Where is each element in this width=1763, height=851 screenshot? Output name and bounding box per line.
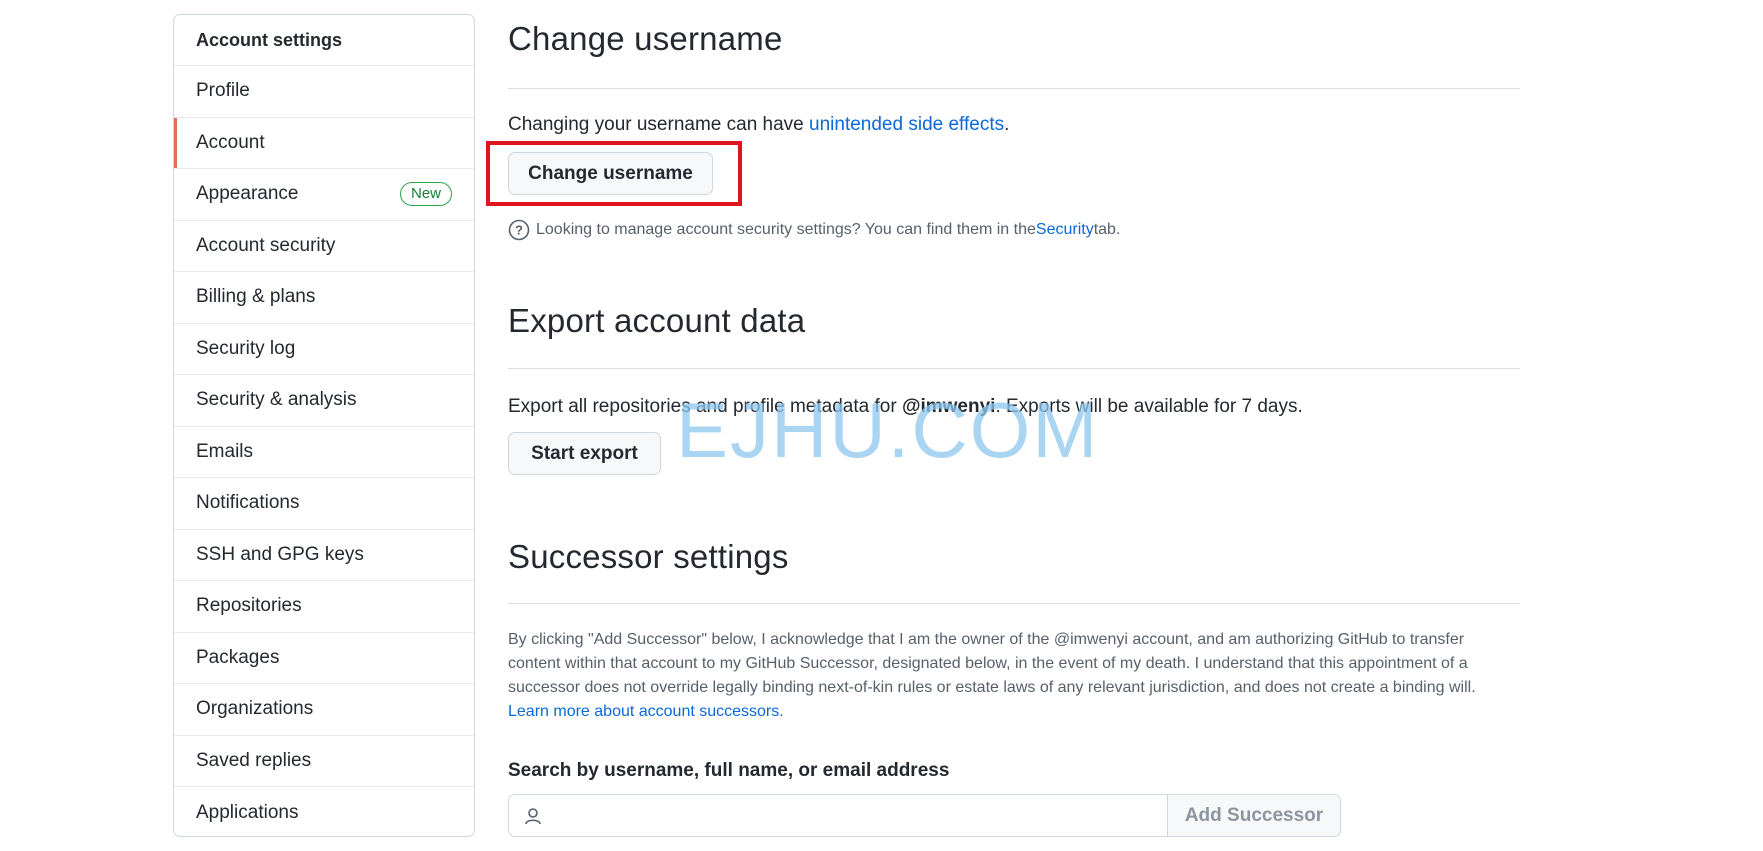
successor-text: By clicking "Add Successor" below, I ack… bbox=[508, 631, 1476, 696]
new-badge: New bbox=[399, 182, 452, 207]
export-username: @imwenyi bbox=[901, 396, 996, 417]
sidebar-item-label: Emails bbox=[196, 440, 254, 462]
sidebar-item-label: Notifications bbox=[196, 492, 300, 514]
start-export-button[interactable]: Start export bbox=[508, 432, 661, 475]
sidebar-item-security-analysis[interactable]: Security & analysis bbox=[174, 375, 474, 427]
sidebar-item-label: Security log bbox=[196, 337, 296, 359]
svg-text:?: ? bbox=[515, 223, 523, 238]
successor-search-input[interactable] bbox=[543, 795, 1167, 836]
sidebar-item-profile[interactable]: Profile bbox=[174, 66, 474, 118]
export-description: Export all repositories and profile meta… bbox=[508, 396, 1303, 418]
search-input-area bbox=[509, 795, 1167, 836]
sidebar-item-billing-plans[interactable]: Billing & plans bbox=[174, 272, 474, 324]
sidebar-item-packages[interactable]: Packages bbox=[174, 633, 474, 684]
security-note-suffix: tab. bbox=[1093, 221, 1121, 238]
sidebar-item-repositories[interactable]: Repositories bbox=[174, 581, 474, 633]
change-username-button[interactable]: Change username bbox=[508, 152, 713, 195]
sidebar-item-emails[interactable]: Emails bbox=[174, 427, 474, 478]
question-circle-icon: ? bbox=[508, 219, 530, 241]
sidebar-item-label: Saved replies bbox=[196, 749, 312, 771]
sidebar-item-organizations[interactable]: Organizations bbox=[174, 684, 474, 736]
sidebar-item-label: Profile bbox=[196, 80, 250, 102]
security-tab-link[interactable]: Security bbox=[1036, 221, 1094, 239]
search-label: Search by username, full name, or email … bbox=[508, 760, 950, 781]
sidebar-item-label: Packages bbox=[196, 646, 280, 668]
export-desc-suffix: . Exports will be available for 7 days. bbox=[995, 396, 1303, 417]
export-title: Export account data bbox=[508, 302, 806, 339]
divider bbox=[508, 88, 1520, 89]
sidebar-item-label: Repositories bbox=[196, 595, 302, 617]
sidebar-item-saved-replies[interactable]: Saved replies bbox=[174, 736, 474, 787]
sidebar-item-notifications[interactable]: Notifications bbox=[174, 478, 474, 530]
sidebar-item-label: Account security bbox=[196, 234, 336, 256]
settings-sidebar: Account settings Profile Account Appearanc… bbox=[173, 14, 475, 837]
divider bbox=[508, 368, 1520, 369]
sidebar-item-ssh-and-gpg-keys[interactable]: SSH and GPG keys bbox=[174, 530, 474, 581]
sidebar-item-label: Appearance bbox=[196, 183, 299, 205]
learn-more-suffix: . bbox=[779, 703, 784, 720]
sidebar-item-applications[interactable]: Applications bbox=[174, 787, 474, 836]
successor-search: Add Successor bbox=[508, 794, 1341, 837]
sidebar-item-label: SSH and GPG keys bbox=[196, 543, 364, 565]
successor-title: Successor settings bbox=[508, 538, 789, 575]
sidebar-item-label: Account bbox=[196, 131, 265, 153]
person-icon bbox=[523, 806, 543, 826]
sidebar-item-security-log[interactable]: Security log bbox=[174, 324, 474, 375]
sidebar-item-label: Security & analysis bbox=[196, 389, 357, 411]
description-text: Changing your username can have bbox=[508, 114, 810, 135]
add-successor-button[interactable]: Add Successor bbox=[1167, 795, 1340, 836]
sidebar-item-label: Organizations bbox=[196, 698, 314, 720]
sidebar-item-account-security[interactable]: Account security bbox=[174, 221, 474, 272]
successor-paragraph: By clicking "Add Successor" below, I ack… bbox=[508, 628, 1518, 724]
security-note: ? Looking to manage account security set… bbox=[508, 219, 1120, 241]
divider bbox=[508, 603, 1520, 604]
security-note-text: Looking to manage account security setti… bbox=[536, 221, 1036, 238]
sidebar-item-label: Billing & plans bbox=[196, 286, 316, 308]
learn-more-link[interactable]: Learn more about account successors bbox=[508, 703, 779, 720]
sidebar-item-label: Applications bbox=[196, 801, 299, 823]
sidebar-item-appearance[interactable]: Appearance New bbox=[174, 169, 474, 221]
side-effects-link[interactable]: unintended side effects bbox=[809, 114, 1004, 135]
change-username-title: Change username bbox=[508, 20, 783, 57]
sidebar-heading: Account settings bbox=[174, 15, 474, 66]
export-desc-text: Export all repositories and profile meta… bbox=[508, 396, 902, 417]
change-username-description: Changing your username can have unintend… bbox=[508, 114, 1009, 136]
description-suffix: . bbox=[1004, 114, 1010, 135]
sidebar-item-account[interactable]: Account bbox=[174, 117, 474, 169]
